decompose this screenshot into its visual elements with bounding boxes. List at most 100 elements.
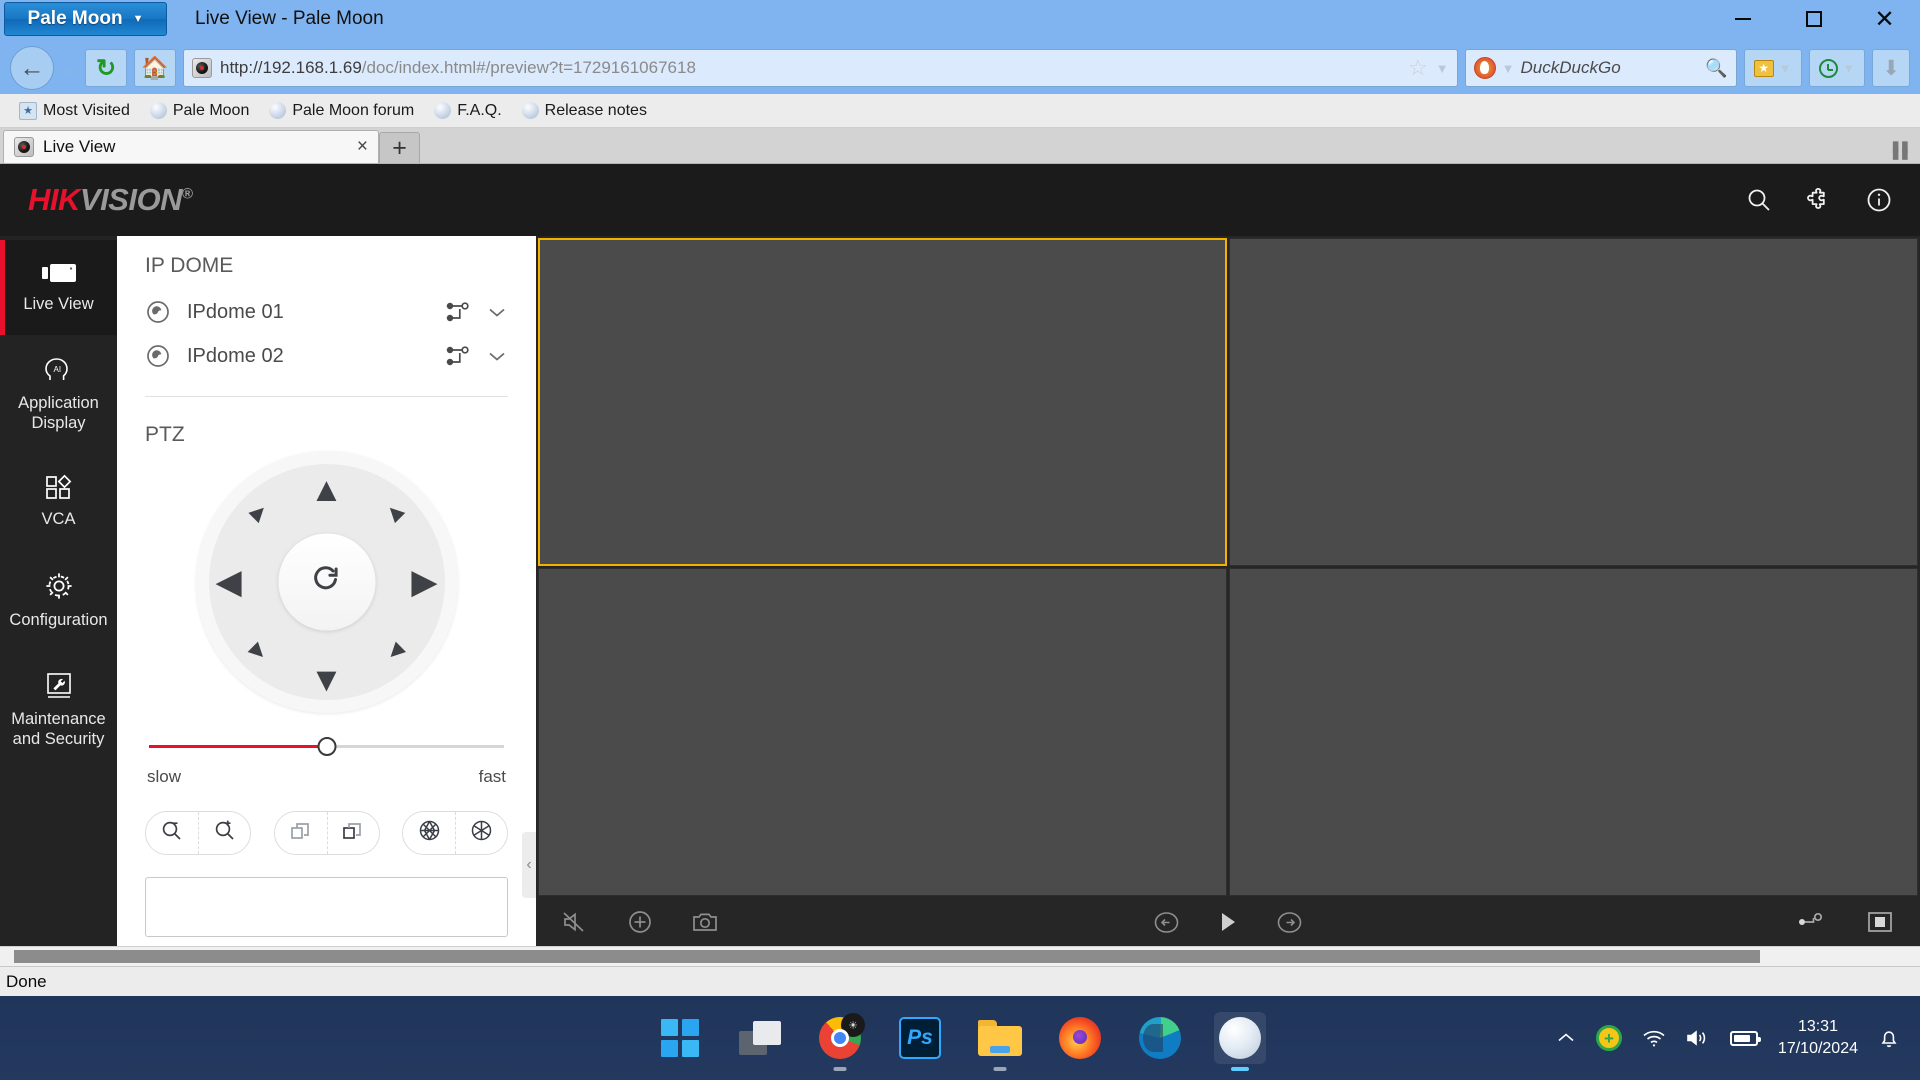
ptz-right-arrow-icon[interactable]: ▶ [411, 565, 437, 599]
minimize-button[interactable] [1707, 0, 1778, 38]
video-pane-3[interactable] [538, 568, 1227, 896]
chrome-button[interactable]: ☀ [814, 1012, 866, 1064]
photoshop-icon: Ps [899, 1017, 941, 1059]
hikvision-logo: HIKVISION® [28, 182, 193, 218]
bookmark-release-notes[interactable]: Release notes [515, 100, 654, 122]
edge-button[interactable] [1134, 1012, 1186, 1064]
photoshop-button[interactable]: Ps [894, 1012, 946, 1064]
downloads-button[interactable]: ⬇ [1872, 49, 1910, 87]
tab-live-view[interactable]: Live View × [3, 130, 379, 163]
restore-button[interactable] [1778, 0, 1849, 38]
search-input[interactable]: DuckDuckGo [1521, 58, 1700, 78]
video-pane-4[interactable] [1229, 568, 1918, 896]
system-tray: + 13:31 17/10/2024 [1556, 996, 1900, 1080]
bookmark-most-visited[interactable]: ★ Most Visited [12, 100, 137, 122]
preset-panel-partial[interactable] [145, 877, 508, 937]
info-icon[interactable] [1866, 187, 1892, 213]
focus-near-button[interactable] [275, 812, 327, 854]
volume-icon[interactable] [1686, 1028, 1710, 1048]
history-menu-button[interactable]: ▼ [1809, 49, 1866, 87]
zoom-in-button[interactable] [198, 812, 250, 854]
auto-scan-icon [309, 562, 345, 603]
video-pane-1[interactable] [538, 238, 1227, 566]
home-button[interactable]: 🏠 [134, 49, 176, 87]
chevron-down-icon[interactable]: ▼ [1502, 61, 1515, 76]
ptz-down-arrow-icon[interactable]: ▼ [310, 663, 344, 697]
bookmark-pale-moon-forum[interactable]: Pale Moon forum [262, 100, 421, 122]
plugin-icon[interactable] [1806, 187, 1832, 213]
firefox-button[interactable] [1054, 1012, 1106, 1064]
tab-list-button[interactable]: ▮▮▮▮ [1891, 143, 1910, 157]
address-bar[interactable]: http://192.168.1.69/doc/index.html#/prev… [183, 49, 1458, 87]
close-icon[interactable]: × [357, 136, 368, 158]
task-view-icon [739, 1021, 781, 1055]
horizontal-scrollbar[interactable] [0, 946, 1920, 966]
chevron-down-icon[interactable] [486, 348, 508, 364]
file-explorer-button[interactable] [974, 1012, 1026, 1064]
search-icon[interactable] [1746, 187, 1772, 213]
pale-moon-menu-button[interactable]: Pale Moon ▼ [4, 2, 167, 36]
play-icon[interactable] [1216, 909, 1240, 935]
mute-icon[interactable] [562, 910, 589, 934]
video-grid [536, 236, 1920, 898]
speed-slider-thumb[interactable] [317, 737, 336, 756]
stream-branch-icon[interactable] [446, 301, 470, 323]
zoom-out-button[interactable] [146, 812, 198, 854]
sidebar-item-vca[interactable]: VCA [0, 453, 117, 550]
search-bar[interactable]: ▼ DuckDuckGo 🔍 [1465, 49, 1737, 87]
sidebar-item-application-display[interactable]: AI Application Display [0, 335, 117, 454]
chevron-down-icon[interactable]: ▼ [1436, 61, 1449, 76]
clock-date: 17/10/2024 [1778, 1038, 1858, 1060]
previous-icon[interactable] [1153, 909, 1180, 936]
iris-open-button[interactable] [455, 812, 507, 854]
bookmark-pale-moon[interactable]: Pale Moon [143, 100, 257, 122]
logo-part-2: VISION [80, 182, 182, 217]
layout-icon[interactable] [1866, 910, 1894, 934]
duckduckgo-icon[interactable] [1474, 57, 1496, 79]
digital-zoom-icon[interactable] [627, 909, 653, 935]
ptz-left-arrow-icon[interactable]: ◀ [216, 565, 242, 599]
sidebar-item-configuration[interactable]: Configuration [0, 550, 117, 651]
snapshot-icon[interactable] [691, 910, 719, 934]
close-button[interactable]: ✕ [1849, 0, 1920, 38]
chevron-down-icon[interactable] [486, 304, 508, 320]
reload-button[interactable]: ↻ [85, 49, 127, 87]
search-icon[interactable]: 🔍 [1705, 58, 1727, 79]
ptz-up-arrow-icon[interactable]: ▲ [310, 473, 344, 507]
video-toolbar-left [562, 909, 719, 935]
back-button[interactable]: ← [10, 46, 54, 90]
focus-far-button[interactable] [327, 812, 379, 854]
pale-moon-button[interactable] [1214, 1012, 1266, 1064]
wifi-icon[interactable] [1642, 1029, 1666, 1048]
forward-button[interactable]: → [53, 54, 78, 83]
video-pane-2[interactable] [1229, 238, 1918, 566]
battery-icon[interactable] [1730, 1031, 1758, 1046]
pale-moon-icon [1219, 1017, 1261, 1059]
ptz-speed-slider[interactable] [149, 737, 504, 755]
next-icon[interactable] [1276, 909, 1303, 936]
bookmarks-menu-button[interactable]: ★ ▼ [1744, 49, 1802, 87]
task-view-button[interactable] [734, 1012, 786, 1064]
sidebar-item-maintenance-and-security[interactable]: Maintenance and Security [0, 651, 117, 770]
bookmark-faq[interactable]: F.A.Q. [427, 100, 508, 122]
panel-collapse-handle[interactable]: ‹ [522, 832, 536, 898]
new-tab-button[interactable]: + [379, 132, 420, 163]
clock[interactable]: 13:31 17/10/2024 [1778, 1016, 1858, 1059]
ptz-auto-scan-button[interactable] [278, 534, 375, 631]
camera-list-item[interactable]: IPdome 02 [145, 334, 508, 378]
notifications-icon[interactable] [1878, 1027, 1900, 1049]
bookmark-star-icon[interactable]: ☆ [1408, 55, 1428, 81]
start-button[interactable] [654, 1012, 706, 1064]
stream-branch-icon[interactable] [446, 345, 470, 367]
edge-icon [1139, 1017, 1181, 1059]
zoom-out-icon [160, 819, 184, 848]
sidebar-item-live-view[interactable]: Live View [0, 240, 117, 335]
antivirus-tray-icon[interactable]: + [1596, 1025, 1622, 1051]
camera-list-item[interactable]: IPdome 01 [145, 290, 508, 334]
iris-close-button[interactable] [403, 812, 455, 854]
show-hidden-icons-button[interactable] [1556, 1031, 1576, 1045]
bookmark-icon: ★ [1754, 60, 1774, 77]
stream-icon[interactable] [1798, 912, 1824, 932]
scrollbar-thumb[interactable] [14, 950, 1760, 963]
url-text: http://192.168.1.69/doc/index.html#/prev… [220, 58, 1400, 78]
